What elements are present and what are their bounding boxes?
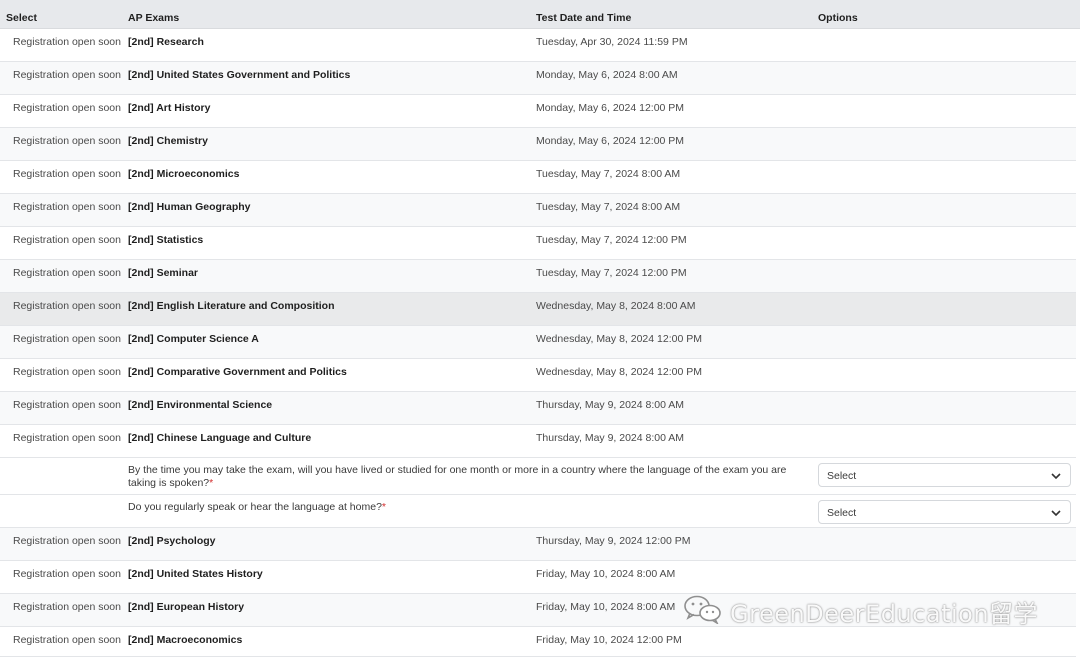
registration-status: Registration open soon <box>13 300 121 312</box>
table-row[interactable]: Registration open soon [2nd] Psychology … <box>0 528 1076 561</box>
header-options: Options <box>818 12 858 24</box>
registration-status: Registration open soon <box>13 267 121 279</box>
exam-name: [2nd] European History <box>128 601 245 613</box>
exam-date: Wednesday, May 8, 2024 12:00 PM <box>536 333 702 345</box>
registration-status: Registration open soon <box>13 69 121 81</box>
table-row[interactable]: Registration open soon [2nd] Chinese Lan… <box>0 425 1076 458</box>
exam-date: Wednesday, May 8, 2024 12:00 PM <box>536 366 702 378</box>
ap-exams-table: Select AP Exams Test Date and Time Optio… <box>0 0 1080 657</box>
exam-name: [2nd] Computer Science A <box>128 333 259 345</box>
registration-status: Registration open soon <box>13 333 121 345</box>
header-ap-exams: AP Exams <box>128 12 180 24</box>
exam-date: Tuesday, May 7, 2024 8:00 AM <box>536 168 681 180</box>
table-row[interactable]: Registration open soon [2nd] Seminar Tue… <box>0 260 1076 293</box>
question-text: Do you regularly speak or hear the langu… <box>128 501 387 513</box>
question-text: By the time you may take the exam, will … <box>128 464 787 489</box>
registration-status: Registration open soon <box>13 36 121 48</box>
exam-date: Tuesday, May 7, 2024 12:00 PM <box>536 267 687 279</box>
table-row[interactable]: Registration open soon [2nd] Microeconom… <box>0 161 1076 194</box>
registration-status: Registration open soon <box>13 135 121 147</box>
table-row[interactable]: Registration open soon [2nd] Chemistry M… <box>0 128 1076 161</box>
exam-name: [2nd] Statistics <box>128 234 204 246</box>
header-select: Select <box>6 12 37 24</box>
registration-status: Registration open soon <box>13 535 121 547</box>
watermark-text: GreenDeerEducation留学 <box>730 600 1039 628</box>
exam-date: Tuesday, May 7, 2024 8:00 AM <box>536 201 681 213</box>
exam-name: [2nd] United States Government and Polit… <box>128 69 351 81</box>
registration-status: Registration open soon <box>13 201 121 213</box>
exam-name: [2nd] Art History <box>128 102 211 114</box>
registration-status: Registration open soon <box>13 366 121 378</box>
exam-date: Monday, May 6, 2024 8:00 AM <box>536 69 678 81</box>
question-row-lived-abroad: By the time you may take the exam, will … <box>0 458 1076 495</box>
table-row[interactable]: Registration open soon [2nd] Comparative… <box>0 359 1076 392</box>
speak-at-home-select[interactable]: Select <box>818 500 1071 524</box>
exam-name: [2nd] Chemistry <box>128 135 208 147</box>
exam-date: Thursday, May 9, 2024 12:00 PM <box>536 535 691 547</box>
exam-name: [2nd] Research <box>128 36 204 48</box>
exam-name: [2nd] Chinese Language and Culture <box>128 432 312 444</box>
wechat-icon <box>684 595 721 624</box>
select-value: Select <box>827 470 857 482</box>
exam-date: Tuesday, May 7, 2024 12:00 PM <box>536 234 687 246</box>
registration-status: Registration open soon <box>13 168 121 180</box>
exam-date: Wednesday, May 8, 2024 8:00 AM <box>536 300 696 312</box>
table-row[interactable]: Registration open soon [2nd] Art History… <box>0 95 1076 128</box>
registration-status: Registration open soon <box>13 634 121 646</box>
table-row[interactable]: Registration open soon [2nd] Environment… <box>0 392 1076 425</box>
required-marker: * <box>209 477 214 489</box>
exam-date: Thursday, May 9, 2024 8:00 AM <box>536 432 685 444</box>
exam-date: Thursday, May 9, 2024 8:00 AM <box>536 399 685 411</box>
select-value: Select <box>827 507 857 519</box>
table-row[interactable]: Registration open soon [2nd] Research Tu… <box>0 29 1076 62</box>
registration-status: Registration open soon <box>13 234 121 246</box>
exam-name: [2nd] Microeconomics <box>128 168 240 180</box>
exam-name: [2nd] Macroeconomics <box>128 634 243 646</box>
chevron-down-icon <box>1051 473 1061 480</box>
exam-date: Monday, May 6, 2024 12:00 PM <box>536 135 685 147</box>
exam-date: Friday, May 10, 2024 8:00 AM <box>536 601 676 613</box>
registration-status: Registration open soon <box>13 399 121 411</box>
table-row[interactable]: Registration open soon [2nd] English Lit… <box>0 293 1076 326</box>
exam-date: Monday, May 6, 2024 12:00 PM <box>536 102 685 114</box>
lived-abroad-select[interactable]: Select <box>818 463 1071 487</box>
table-row[interactable]: Registration open soon [2nd] Computer Sc… <box>0 326 1076 359</box>
table-header: Select AP Exams Test Date and Time Optio… <box>0 0 1080 29</box>
table-row[interactable]: Registration open soon [2nd] United Stat… <box>0 62 1076 95</box>
chevron-down-icon <box>1051 510 1061 517</box>
exam-name: [2nd] Comparative Government and Politic… <box>128 366 347 378</box>
table-row[interactable]: Registration open soon [2nd] Statistics … <box>0 227 1076 260</box>
exam-name: [2nd] English Literature and Composition <box>128 300 335 312</box>
exam-date: Friday, May 10, 2024 8:00 AM <box>536 568 676 580</box>
exam-name: [2nd] Human Geography <box>128 201 251 213</box>
header-test-date: Test Date and Time <box>536 12 632 24</box>
exam-name: [2nd] Seminar <box>128 267 199 279</box>
table-row[interactable]: Registration open soon [2nd] Macroeconom… <box>0 627 1076 657</box>
registration-status: Registration open soon <box>13 102 121 114</box>
registration-status: Registration open soon <box>13 568 121 580</box>
question-row-speak-at-home: Do you regularly speak or hear the langu… <box>0 495 1076 528</box>
registration-status: Registration open soon <box>13 432 121 444</box>
table-row[interactable]: Registration open soon [2nd] Human Geogr… <box>0 194 1076 227</box>
exam-date: Friday, May 10, 2024 12:00 PM <box>536 634 682 646</box>
exam-name: [2nd] United States History <box>128 568 263 580</box>
table-row[interactable]: Registration open soon [2nd] United Stat… <box>0 561 1076 594</box>
exam-name: [2nd] Environmental Science <box>128 399 273 411</box>
required-marker: * <box>381 501 387 513</box>
registration-status: Registration open soon <box>13 601 121 613</box>
exam-date: Tuesday, Apr 30, 2024 11:59 PM <box>536 36 688 48</box>
exam-name: [2nd] Psychology <box>128 535 216 547</box>
